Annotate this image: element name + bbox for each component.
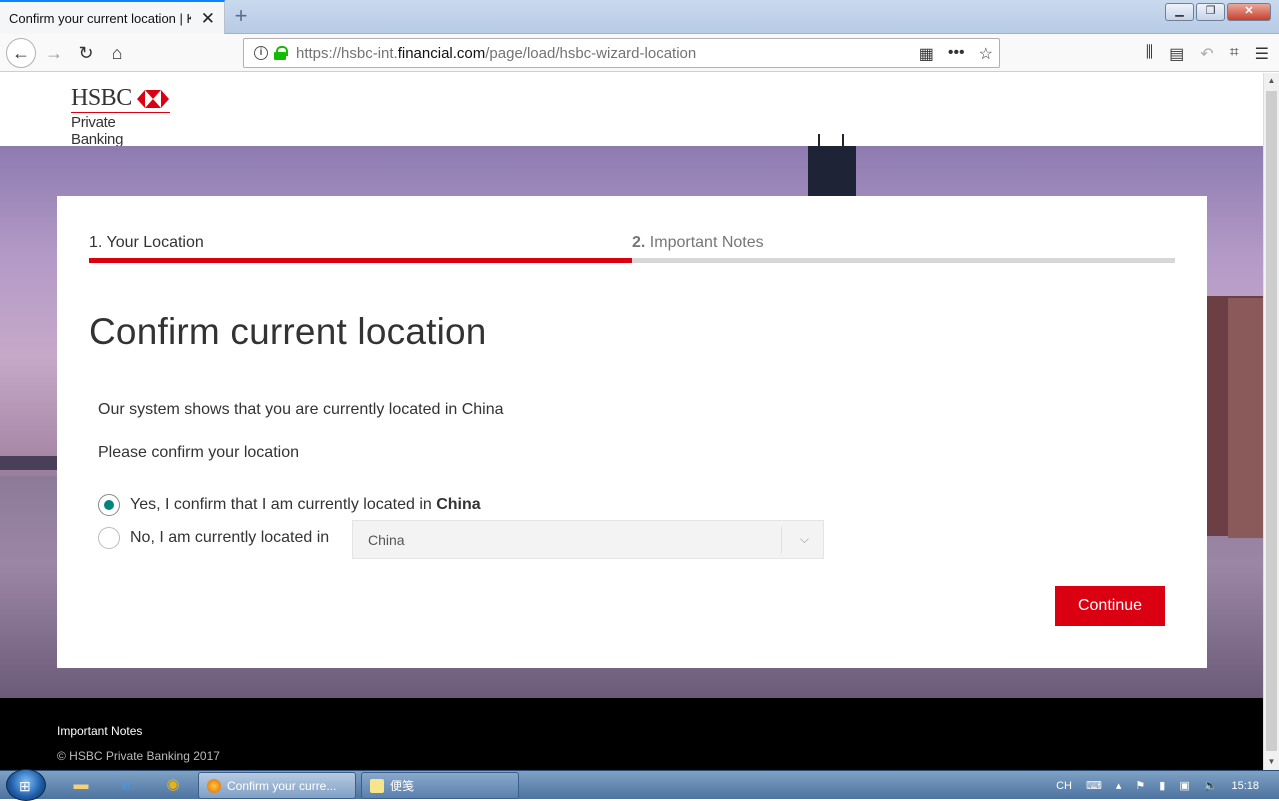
sticky-note-icon [370,778,384,793]
url-text: https://hsbc-int.financial.com/page/load… [296,44,697,62]
taskbar-note-window[interactable]: 便笺 [361,772,519,799]
confirm-prompt: Please confirm your location [98,444,299,461]
firefox-icon [207,778,221,793]
forward-arrow-icon[interactable]: → [40,39,68,67]
language-indicator[interactable]: CH [1056,780,1072,792]
brand-subtitle: Private Banking [71,112,170,148]
scroll-down-icon[interactable]: ▼ [1264,754,1279,770]
address-bar[interactable]: i https://hsbc-int.financial.com/page/lo… [243,38,1000,68]
step-important-notes: 2. Important Notes [632,234,764,251]
country-select[interactable]: China ⌵ [352,520,824,559]
windows-taskbar: ⊞ ▬ ℯ ◉ Confirm your curre... 便笺 CH ⌨ ▴ … [0,769,1279,801]
option-yes-row[interactable]: Yes, I confirm that I am currently locat… [98,494,481,516]
browser-tab-bar: Confirm your current location | K ✕ + ▁ … [0,0,1279,34]
minimize-button[interactable]: ▁ [1165,3,1194,21]
site-header: HSBC Private Banking [0,73,1263,148]
window-close-button[interactable]: ✕ [1227,3,1271,21]
menu-icon[interactable]: ☰ [1255,44,1269,64]
location-wizard-card: 1. Your Location 2. Important Notes Conf… [57,196,1207,668]
clock[interactable]: 15:18 [1231,780,1259,792]
qr-code-icon[interactable]: ▦ [919,44,934,64]
page-actions-icon[interactable]: ••• [948,44,965,64]
windows-logo-icon: ⊞ [19,778,31,794]
bookmark-star-icon[interactable]: ☆ [979,44,993,64]
system-tray: CH ⌨ ▴ ⚑ ▮ ▣ 🔈 15:18 [1056,771,1279,800]
browser-tools: ⫼ ▤ ↶ ⌗ ☰ [1146,44,1269,64]
home-icon[interactable]: ⌂ [103,39,131,67]
radio-yes[interactable] [98,494,120,516]
page-scrollbar[interactable]: ▲ ▼ [1263,73,1279,770]
network-icon[interactable]: ▣ [1179,779,1189,792]
hsbc-logo[interactable]: HSBC Private Banking [71,85,170,148]
system-location-text: Our system shows that you are currently … [98,401,504,418]
step-your-location: 1. Your Location [89,234,204,251]
option-no-label: No, I am currently located in [130,529,330,546]
undo-icon[interactable]: ↶ [1200,44,1213,64]
chrome-icon[interactable]: ◉ [160,774,186,796]
volume-icon[interactable]: 🔈 [1204,779,1218,792]
tray-expand-icon[interactable]: ▴ [1116,779,1122,792]
battery-icon[interactable]: ▮ [1159,779,1165,792]
info-icon[interactable]: i [254,46,268,60]
start-button[interactable]: ⊞ [6,769,46,801]
page-title: Confirm current location [89,311,487,352]
back-arrow-icon[interactable]: ← [6,38,36,68]
close-tab-icon[interactable]: ✕ [201,9,215,29]
skyline-left [0,456,60,470]
option-yes-label: Yes, I confirm that I am currently locat… [130,496,481,513]
sidebar-icon[interactable]: ▤ [1169,44,1184,64]
option-no-row[interactable]: No, I am currently located in [98,527,329,549]
continue-button[interactable]: Continue [1055,586,1165,626]
skyscraper [808,134,856,196]
library-icon[interactable]: ⫼ [1146,44,1153,64]
scroll-thumb[interactable] [1266,91,1277,751]
browser-toolbar: ← → ↻ ⌂ i https://hsbc-int.financial.com… [0,34,1279,72]
site-footer: Important Notes © HSBC Private Banking 2… [0,698,1263,770]
window-controls: ▁ ❐ ✕ [1165,3,1271,21]
copyright-text: © HSBC Private Banking 2017 [57,749,220,763]
scroll-up-icon[interactable]: ▲ [1264,73,1279,89]
keyboard-icon[interactable]: ⌨ [1086,779,1102,792]
action-center-icon[interactable]: ⚑ [1135,779,1145,792]
brand-name: HSBC [71,85,132,111]
hsbc-hexagon-icon [136,89,169,108]
taskbar-firefox-window[interactable]: Confirm your curre... [198,772,356,799]
step-progress-active [89,258,632,263]
restore-button[interactable]: ❐ [1196,3,1225,21]
important-notes-link[interactable]: Important Notes [57,724,142,738]
file-explorer-icon[interactable]: ▬ [68,774,94,796]
new-tab-button[interactable]: + [230,4,252,28]
chevron-down-icon: ⌵ [799,532,809,546]
building-right-facade [1228,298,1263,538]
internet-explorer-icon[interactable]: ℯ [114,774,140,796]
tab-title: Confirm your current location | K [9,10,191,26]
reload-icon[interactable]: ↻ [72,39,100,67]
radio-no[interactable] [98,527,120,549]
lock-icon[interactable] [274,46,288,60]
browser-tab[interactable]: Confirm your current location | K ✕ [0,0,225,34]
page-viewport: HSBC Private Banking 1. Your Location 2.… [0,73,1263,770]
crop-icon[interactable]: ⌗ [1230,44,1239,64]
country-select-value: China [368,531,405,548]
step-progress-inactive [632,258,1175,263]
